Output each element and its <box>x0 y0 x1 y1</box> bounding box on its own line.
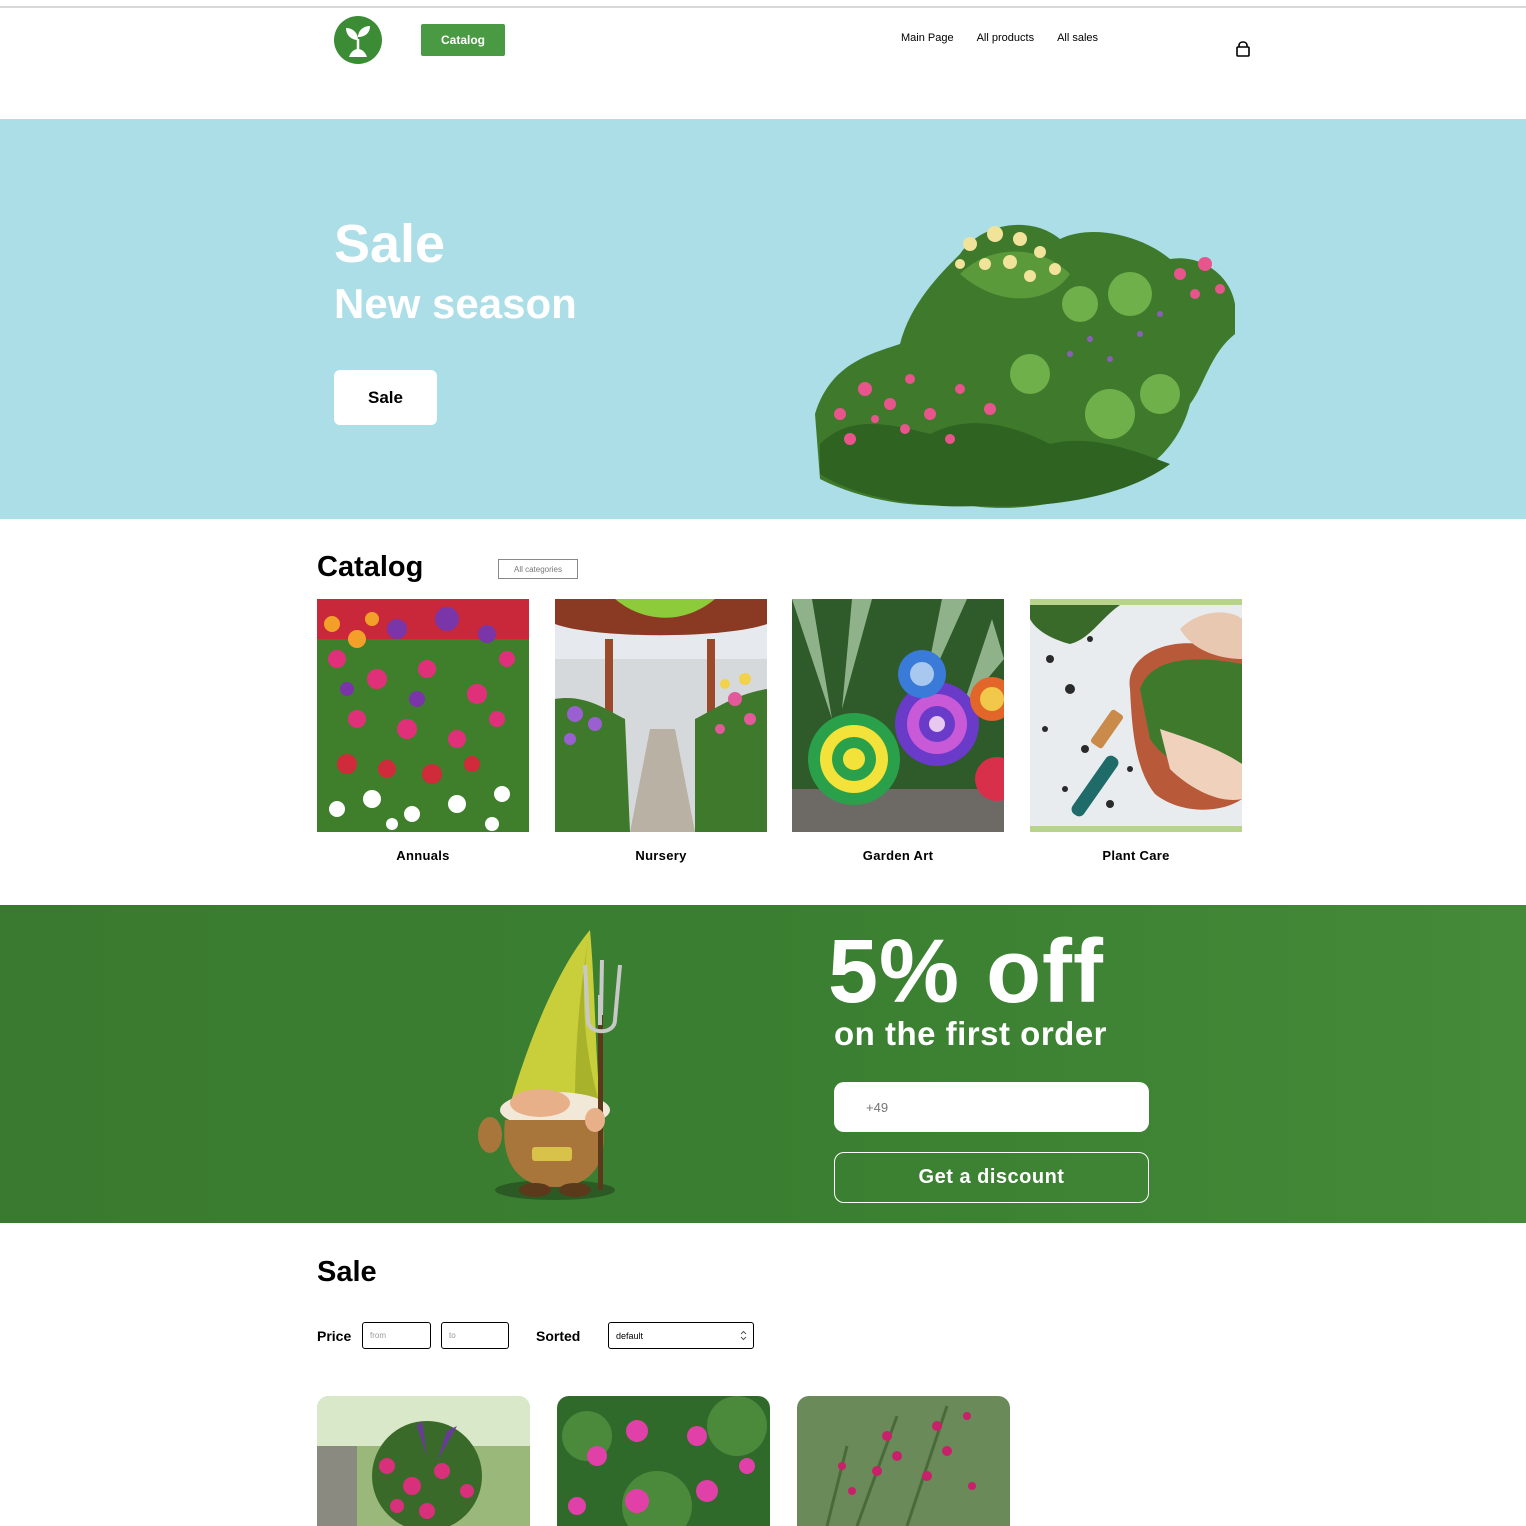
salvia-flowers-image <box>797 1396 1010 1526</box>
sale-product-card[interactable] <box>317 1396 530 1526</box>
category-card-plant-care[interactable]: Plant Care <box>1030 599 1242 863</box>
sale-title: Sale <box>317 1256 377 1288</box>
leaf-sprout-icon <box>346 26 370 57</box>
hero-title: Sale <box>334 214 446 274</box>
get-discount-button[interactable]: Get a discount <box>834 1152 1149 1203</box>
nav-all-products[interactable]: All products <box>977 32 1034 44</box>
hero-banner: Sale New season Sale <box>0 119 1526 519</box>
shopping-bag-icon[interactable] <box>1235 41 1251 57</box>
promo-subheadline: on the first order <box>834 1015 1108 1052</box>
plant-care-image <box>1030 599 1242 832</box>
category-label: Plant Care <box>1102 848 1170 863</box>
sort-select[interactable]: default <box>608 1322 754 1349</box>
category-label: Annuals <box>396 848 450 863</box>
price-to-input[interactable]: to <box>441 1322 509 1349</box>
promo-headline: 5% off <box>828 922 1104 1022</box>
hero-subtitle: New season <box>334 280 577 327</box>
nav-main-page[interactable]: Main Page <box>901 32 954 44</box>
category-label: Nursery <box>635 848 687 863</box>
flower-bush-image <box>815 224 1235 508</box>
all-categories-button[interactable]: All categories <box>498 559 578 579</box>
price-label: Price <box>317 1328 352 1344</box>
chevron-up-down-icon <box>740 1330 747 1341</box>
discount-promo-banner: 5% off on the first order Get a discount <box>0 905 1526 1223</box>
catalog-button[interactable]: Catalog <box>421 24 505 56</box>
annuals-image <box>317 599 529 832</box>
nursery-image <box>555 599 767 832</box>
phone-input[interactable] <box>834 1082 1149 1132</box>
pink-flowers-image <box>557 1396 770 1526</box>
garden-art-image <box>792 599 1004 832</box>
category-card-annuals[interactable]: Annuals <box>317 599 529 863</box>
garden-gnome-image <box>478 930 622 1200</box>
main-nav: Main Page All products All sales <box>901 32 1098 44</box>
logo[interactable] <box>334 16 382 64</box>
hanging-basket-image <box>317 1396 530 1526</box>
sorted-label: Sorted <box>536 1328 581 1344</box>
sort-select-value: default <box>616 1330 644 1341</box>
sale-product-card[interactable] <box>797 1396 1010 1526</box>
hero-sale-button[interactable]: Sale <box>334 370 437 425</box>
category-card-garden-art[interactable]: Garden Art <box>792 599 1004 863</box>
sale-product-card[interactable] <box>557 1396 770 1526</box>
category-label: Garden Art <box>862 848 934 863</box>
catalog-title: Catalog <box>317 551 424 583</box>
nav-all-sales[interactable]: All sales <box>1057 32 1098 44</box>
top-divider <box>0 6 1526 8</box>
price-from-input[interactable]: from <box>362 1322 431 1349</box>
category-card-nursery[interactable]: Nursery <box>555 599 767 863</box>
